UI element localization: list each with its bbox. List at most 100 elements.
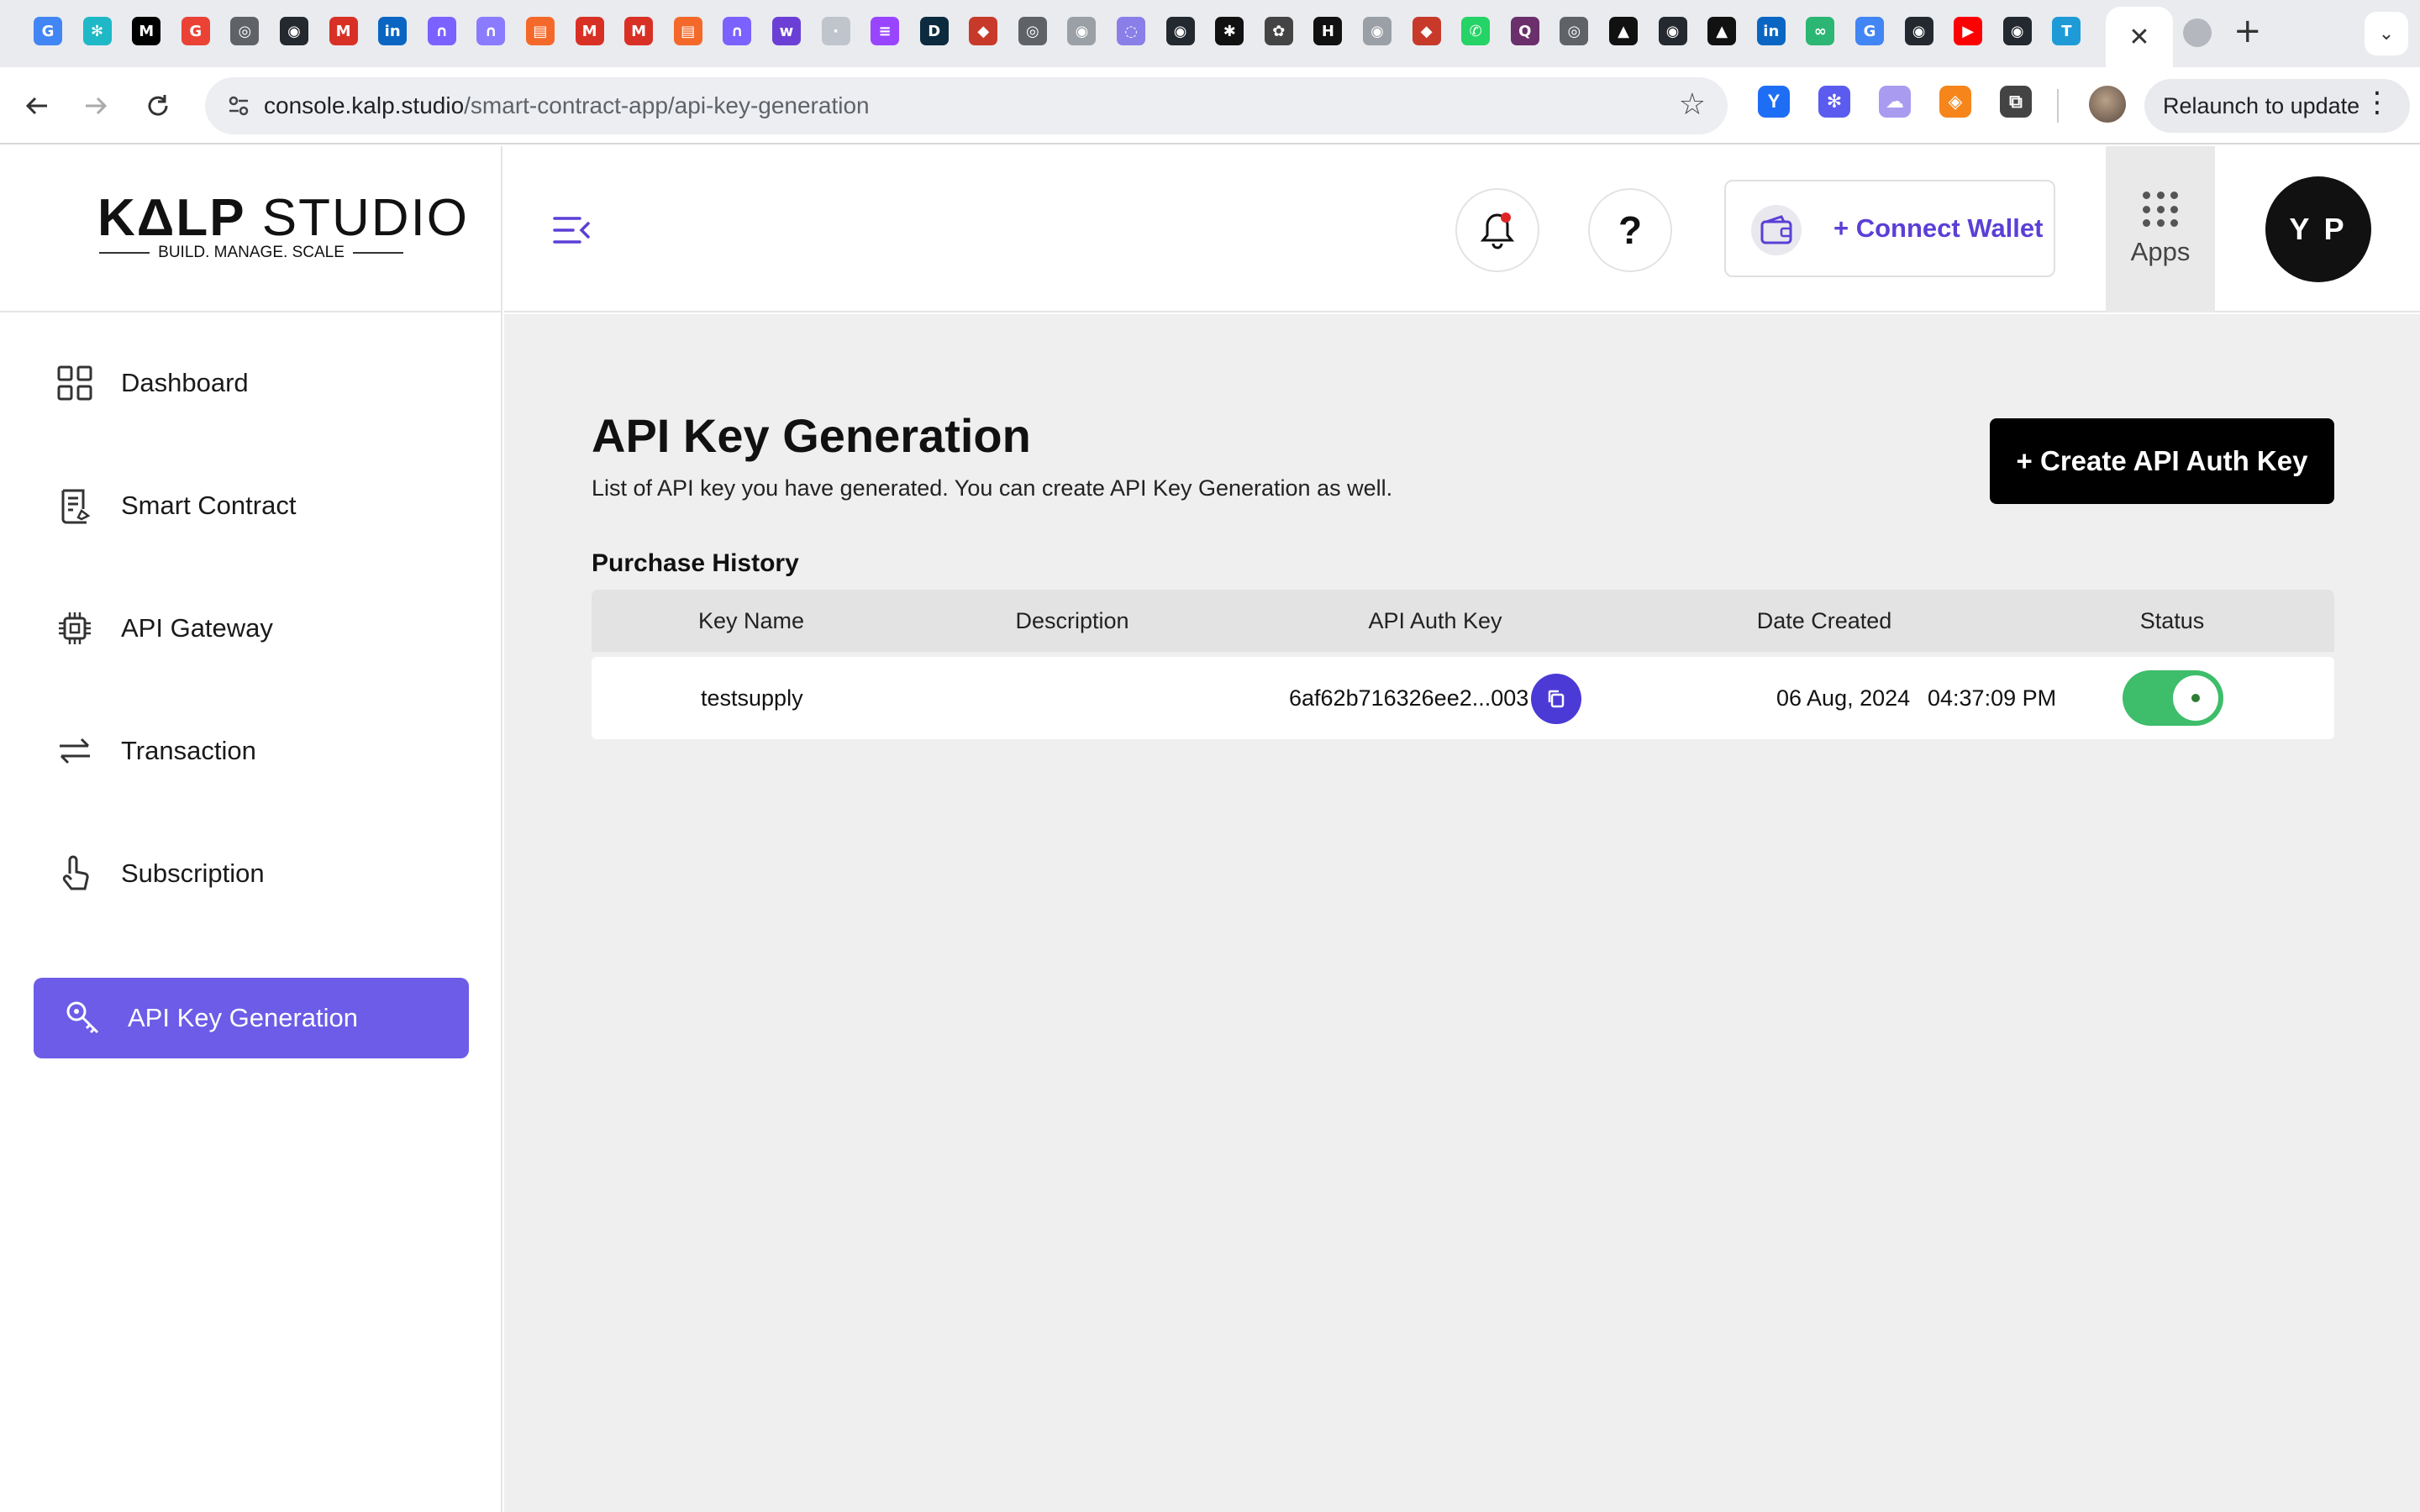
site-settings-icon[interactable] bbox=[222, 89, 255, 123]
medium-icon[interactable]: M bbox=[132, 17, 161, 45]
sidebar-item-transaction[interactable]: Transaction bbox=[34, 711, 469, 791]
whatsapp-icon[interactable]: ✆ bbox=[1461, 17, 1491, 45]
puzzle-extension-icon[interactable]: ⧉ bbox=[2000, 86, 2032, 118]
sidebar-item-smart-contract[interactable]: Smart Contract bbox=[34, 465, 469, 546]
github-icon[interactable]: ◉ bbox=[1904, 17, 1933, 45]
pointer-icon bbox=[55, 854, 94, 893]
copy-api-key-button[interactable] bbox=[1531, 674, 1581, 724]
notification-button[interactable] bbox=[1455, 188, 1539, 272]
gmail-icon[interactable]: M bbox=[624, 17, 654, 45]
snowflake-extension-icon[interactable]: ✻ bbox=[1818, 86, 1850, 118]
bookmark-star-icon[interactable]: ☆ bbox=[1679, 87, 1706, 122]
shield-icon[interactable]: ◆ bbox=[1412, 17, 1441, 45]
sidebar-item-label: Dashboard bbox=[121, 368, 249, 397]
globe-tab-icon[interactable] bbox=[2183, 18, 2212, 47]
triangle-icon[interactable]: ▲ bbox=[1609, 17, 1638, 45]
status-toggle[interactable] bbox=[2123, 670, 2223, 726]
relaunch-button[interactable]: Relaunch to update ⋮ bbox=[2144, 79, 2410, 133]
logo-mark: Δ bbox=[136, 189, 176, 247]
notion-icon[interactable]: ∩ bbox=[427, 17, 456, 45]
apps-button[interactable]: Apps bbox=[2106, 146, 2215, 312]
question-icon: ? bbox=[1618, 208, 1643, 252]
new-tab-button[interactable]: + bbox=[2233, 12, 2262, 50]
back-button[interactable] bbox=[17, 86, 57, 126]
shield-icon[interactable]: ◆ bbox=[969, 17, 998, 45]
active-tab[interactable]: ✕ bbox=[2106, 7, 2173, 67]
bookmark-icon[interactable]: ▤ bbox=[673, 17, 702, 45]
extension-icons: Y ✻ ☁ ◈ ⧉ bbox=[1758, 86, 2032, 118]
google-icon[interactable]: G bbox=[34, 17, 62, 45]
reload-button[interactable] bbox=[138, 86, 178, 126]
openai-icon[interactable]: ✿ bbox=[1264, 17, 1293, 45]
github-icon[interactable]: ◉ bbox=[1165, 17, 1195, 45]
page-subtitle: List of API key you have generated. You … bbox=[592, 475, 1393, 501]
chip-icon bbox=[55, 609, 94, 648]
sparkle-icon[interactable]: ✻ bbox=[82, 17, 112, 45]
url-text[interactable]: console.kalp.studio/smart-contract-app/a… bbox=[264, 77, 870, 134]
solana-icon[interactable]: ≡ bbox=[871, 17, 900, 45]
tagline-line-left bbox=[99, 252, 150, 254]
w-icon[interactable]: w bbox=[771, 17, 801, 45]
create-api-auth-key-button[interactable]: + Create API Auth Key bbox=[1990, 418, 2334, 504]
linkedin-icon[interactable]: in bbox=[1756, 17, 1786, 45]
address-bar[interactable]: console.kalp.studio/smart-contract-app/a… bbox=[205, 77, 1728, 134]
toggle-knob bbox=[2173, 675, 2218, 721]
sidebar-item-label: API Gateway bbox=[121, 613, 273, 643]
logo[interactable]: KΔLP STUDIO BUILD. MANAGE. SCALE bbox=[0, 146, 502, 312]
more-vertical-icon[interactable]: ⋮ bbox=[2363, 86, 2391, 119]
github-icon[interactable]: ◉ bbox=[1067, 17, 1097, 45]
url-host: console.kalp.studio bbox=[264, 92, 465, 118]
asterisk-icon[interactable]: ✱ bbox=[1215, 17, 1244, 45]
gmail-icon[interactable]: M bbox=[575, 17, 604, 45]
metamask-extension-icon[interactable]: ◈ bbox=[1939, 86, 1971, 118]
menu-collapse-icon[interactable] bbox=[553, 215, 590, 245]
sidebar-item-api-key-generation[interactable]: API Key Generation bbox=[34, 978, 469, 1058]
sidebar: KΔLP STUDIO BUILD. MANAGE. SCALE Dashboa… bbox=[0, 146, 502, 1512]
dash-icon[interactable]: · bbox=[821, 17, 850, 45]
notion-icon[interactable]: ∩ bbox=[476, 17, 506, 45]
google-icon[interactable]: G bbox=[181, 17, 210, 45]
tab-icons: G ✻ M G ◎ ◉ Min ∩ ∩ ▤ M M ▤ ∩ w · ≡ D ◆ ◎ ◉ ◌ ◉ ✱ ✿ H ◉ ◆ ✆ Q ◎ ▲ ◉ ▲ in ∞ G… bbox=[34, 17, 2081, 45]
google-icon[interactable]: G bbox=[1854, 17, 1884, 45]
circle-icon[interactable]: ◌ bbox=[1117, 17, 1146, 45]
youtube-icon[interactable]: ▶ bbox=[1954, 17, 1983, 45]
sidebar-item-api-gateway[interactable]: API Gateway bbox=[34, 588, 469, 669]
sidebar-item-label: Transaction bbox=[121, 736, 256, 765]
sidebar-item-subscription[interactable]: Subscription bbox=[34, 833, 469, 914]
github-icon[interactable]: ◉ bbox=[1363, 17, 1392, 45]
api-key-cell: 6af62b716326ee2...003 bbox=[1289, 685, 1529, 711]
tab-search-button[interactable]: ⌄ bbox=[2365, 12, 2408, 55]
chrome-icon[interactable]: ◎ bbox=[1560, 17, 1589, 45]
github-icon[interactable]: ◉ bbox=[279, 17, 308, 45]
t-icon[interactable]: T bbox=[2052, 17, 2081, 45]
triangle-icon[interactable]: ▲ bbox=[1707, 17, 1737, 45]
column-header-description: Description bbox=[1015, 608, 1129, 633]
help-button[interactable]: ? bbox=[1588, 188, 1672, 272]
sidebar-item-label: Subscription bbox=[121, 858, 265, 888]
ghost-extension-icon[interactable]: ☁ bbox=[1879, 86, 1911, 118]
wallet-icon bbox=[1751, 205, 1802, 255]
infinity-icon[interactable]: ∞ bbox=[1806, 17, 1835, 45]
github-icon[interactable]: ◉ bbox=[2002, 17, 2032, 45]
h-icon[interactable]: H bbox=[1313, 17, 1343, 45]
sidebar-item-dashboard[interactable]: Dashboard bbox=[34, 343, 469, 423]
browser-profile-avatar[interactable] bbox=[2089, 86, 2126, 123]
notion-icon[interactable]: ∩ bbox=[723, 17, 752, 45]
y-extension-icon[interactable]: Y bbox=[1758, 86, 1790, 118]
bookmark-icon[interactable]: ▤ bbox=[525, 17, 555, 45]
close-icon[interactable]: ✕ bbox=[2128, 23, 2149, 52]
connect-wallet-button[interactable]: + Connect Wallet bbox=[1724, 180, 2055, 277]
gmail-icon[interactable]: M bbox=[329, 17, 358, 45]
logo-text-lp: LP bbox=[176, 189, 246, 247]
forward-button[interactable] bbox=[76, 86, 116, 126]
chrome-icon[interactable]: ◎ bbox=[230, 17, 260, 45]
github-icon[interactable]: ◉ bbox=[1658, 17, 1687, 45]
dashboard-icon bbox=[55, 364, 94, 402]
d-icon[interactable]: D bbox=[919, 17, 949, 45]
chrome-icon[interactable]: ◎ bbox=[1018, 17, 1047, 45]
contract-icon bbox=[55, 486, 94, 525]
q-icon[interactable]: Q bbox=[1510, 17, 1539, 45]
user-avatar[interactable]: Y P bbox=[2265, 176, 2371, 282]
copy-icon bbox=[1548, 690, 1565, 708]
linkedin-icon[interactable]: in bbox=[378, 17, 408, 45]
